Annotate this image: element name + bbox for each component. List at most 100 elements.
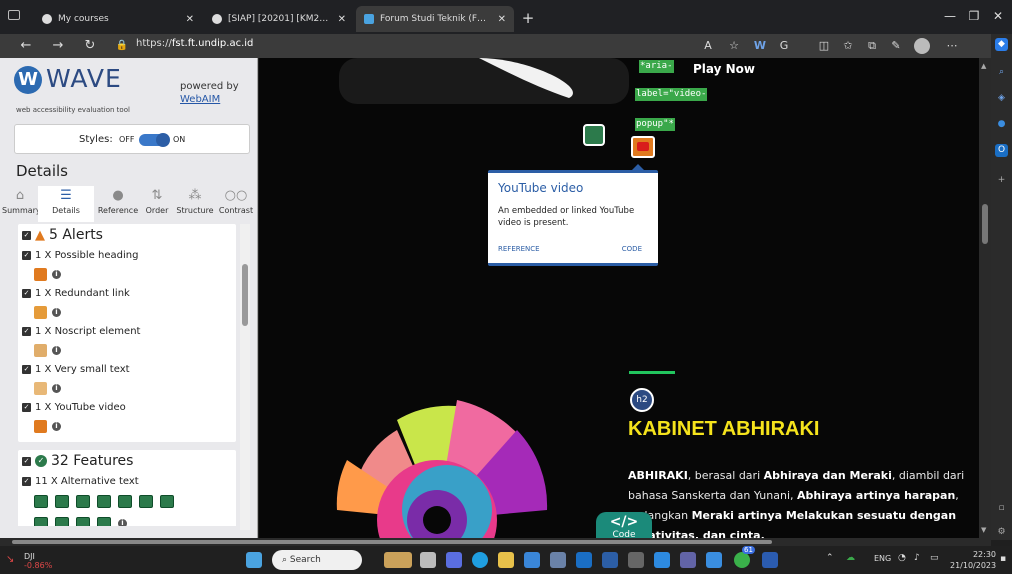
info-icon[interactable]: i	[52, 307, 61, 317]
tab-my-courses[interactable]: My courses ✕	[34, 6, 202, 32]
possible-heading-icon[interactable]	[34, 267, 47, 281]
alert-item[interactable]: ✓ 1 X YouTube video	[18, 398, 236, 416]
tray-chevron-icon[interactable]: ⌃	[826, 553, 834, 563]
alt-text-icon[interactable]	[55, 516, 69, 526]
youtube-video-icon[interactable]	[34, 419, 47, 433]
popup-code-link[interactable]: CODE	[622, 245, 642, 253]
features-header[interactable]: ✓ ✓ 32 Features	[18, 450, 236, 472]
collections-icon[interactable]: ⧉	[864, 38, 880, 54]
tab-order[interactable]: ⇅ Order	[142, 186, 172, 222]
tab-actions-icon[interactable]	[8, 10, 20, 20]
checkbox[interactable]: ✓	[22, 250, 31, 260]
horizontal-scroll-thumb[interactable]	[12, 540, 772, 544]
tab-contrast[interactable]: ○○ Contrast	[216, 186, 256, 222]
wifi-icon[interactable]: ◔	[898, 553, 906, 563]
popup-reference-link[interactable]: REFERENCE	[498, 245, 540, 253]
page-vertical-scrollbar[interactable]: ▲ ▼	[979, 58, 991, 538]
word-icon[interactable]	[762, 552, 778, 568]
scroll-down-arrow[interactable]: ▼	[981, 526, 986, 534]
alerts-header[interactable]: ✓ ▲ 5 Alerts	[18, 224, 236, 246]
battery-icon[interactable]: ▭	[930, 553, 939, 563]
language-indicator[interactable]: ENG	[874, 554, 891, 563]
info-icon[interactable]: i	[52, 421, 61, 431]
chat-icon[interactable]	[446, 552, 462, 568]
chrome-icon[interactable]: 61	[734, 546, 755, 568]
checkbox[interactable]: ✓	[22, 364, 31, 374]
lock-icon[interactable]: 🔒	[112, 36, 132, 56]
panel-scroll-thumb[interactable]	[242, 264, 248, 326]
file-explorer-icon[interactable]	[498, 552, 514, 568]
aria-label-tag[interactable]: label="video-	[635, 88, 708, 101]
alt-text-icon[interactable]	[97, 494, 111, 508]
calculator-icon[interactable]	[628, 552, 644, 568]
info-icon[interactable]: i	[52, 269, 61, 279]
profile-avatar[interactable]	[914, 38, 930, 54]
virtualbox-icon[interactable]	[706, 552, 722, 568]
taskview-icon[interactable]	[420, 552, 436, 568]
search-icon[interactable]: ⌕	[995, 66, 1008, 79]
checkbox[interactable]: ✓	[22, 476, 31, 486]
tab-fst[interactable]: Forum Studi Teknik (FST) - Univer ✕	[356, 6, 514, 32]
alt-text-icon[interactable]	[76, 516, 90, 526]
alt-text-icon[interactable]	[76, 494, 90, 508]
g-extension-icon[interactable]: G	[776, 38, 792, 54]
alt-text-icon[interactable]	[139, 494, 153, 508]
alt-text-icon[interactable]	[34, 494, 48, 508]
widgets-icon[interactable]	[384, 552, 412, 568]
checkbox[interactable]: ✓	[22, 402, 31, 412]
noscript-icon[interactable]	[34, 343, 47, 357]
page-horizontal-scrollbar[interactable]	[0, 538, 991, 546]
page-scroll-thumb[interactable]	[982, 204, 988, 244]
webaim-link[interactable]: WebAIM	[180, 93, 239, 106]
edge-icon[interactable]	[472, 552, 488, 568]
close-icon[interactable]: ✕	[338, 14, 346, 25]
alt-text-icon[interactable]	[160, 494, 174, 508]
clock[interactable]: 22:30 21/10/2023	[950, 549, 996, 571]
alt-text-icon[interactable]	[97, 516, 111, 526]
tag-icon[interactable]: ◈	[995, 92, 1008, 105]
aria-label-tag[interactable]: *aria-	[639, 60, 674, 73]
alert-item[interactable]: ✓ 1 X Redundant link	[18, 284, 236, 302]
scroll-up-arrow[interactable]: ▲	[981, 62, 986, 70]
store-icon[interactable]	[524, 552, 540, 568]
url-field[interactable]: https://fst.ft.undip.ac.id	[136, 38, 253, 49]
start-button[interactable]	[246, 552, 262, 568]
redundant-link-icon[interactable]	[34, 305, 47, 319]
copilot-icon[interactable]: ◆	[995, 38, 1008, 51]
alt-text-icon[interactable]	[118, 494, 132, 508]
alt-text-icon[interactable]	[55, 494, 69, 508]
camo-icon[interactable]	[550, 552, 566, 568]
checkbox[interactable]: ✓	[22, 230, 31, 240]
split-screen-icon[interactable]: ◫	[816, 38, 832, 54]
tab-summary[interactable]: ⌂ Summary	[2, 186, 41, 222]
taskbar-search[interactable]: ⌕ Search	[272, 550, 362, 570]
alert-item[interactable]: ✓ 1 X Possible heading	[18, 246, 236, 264]
more-menu-icon[interactable]: ⋯	[944, 38, 960, 54]
small-text-icon[interactable]	[34, 381, 47, 395]
wave-extension-icon[interactable]: W	[752, 38, 768, 54]
feature-item[interactable]: ✓ 11 X Alternative text	[18, 472, 236, 490]
alert-item[interactable]: ✓ 1 X Noscript element	[18, 322, 236, 340]
favorites-icon[interactable]: ✩	[840, 38, 856, 54]
close-icon[interactable]: ✕	[186, 14, 194, 25]
stock-widget[interactable]: ↘ DJI -0.86%	[6, 552, 86, 570]
extensions-icon[interactable]: ✎	[888, 38, 904, 54]
app-icon[interactable]	[602, 552, 618, 568]
panel-scrollbar[interactable]	[240, 224, 250, 530]
outlook-icon[interactable]	[576, 552, 592, 568]
styles-toggle[interactable]	[139, 133, 170, 147]
alt-text-icon[interactable]	[34, 516, 48, 526]
tab-details[interactable]: ☰ Details	[38, 186, 94, 222]
play-now-text[interactable]: Play Now	[693, 62, 755, 76]
volume-icon[interactable]: ♪	[914, 553, 920, 563]
notification-icon[interactable]: ▪	[1000, 554, 1006, 564]
tab-siap[interactable]: [SIAP] [20201] [KM2020] [Reguler ✕	[204, 6, 354, 32]
add-icon[interactable]: +	[995, 174, 1008, 187]
tab-reference[interactable]: ● Reference	[94, 186, 142, 222]
close-window-button[interactable]: ✕	[984, 6, 1012, 26]
refresh-button[interactable]: ↻	[80, 36, 100, 56]
checkbox[interactable]: ✓	[22, 288, 31, 298]
info-icon[interactable]: i	[118, 518, 127, 526]
aria-label-tag[interactable]: popup"*	[635, 118, 675, 131]
alert-item[interactable]: ✓ 1 X Very small text	[18, 360, 236, 378]
